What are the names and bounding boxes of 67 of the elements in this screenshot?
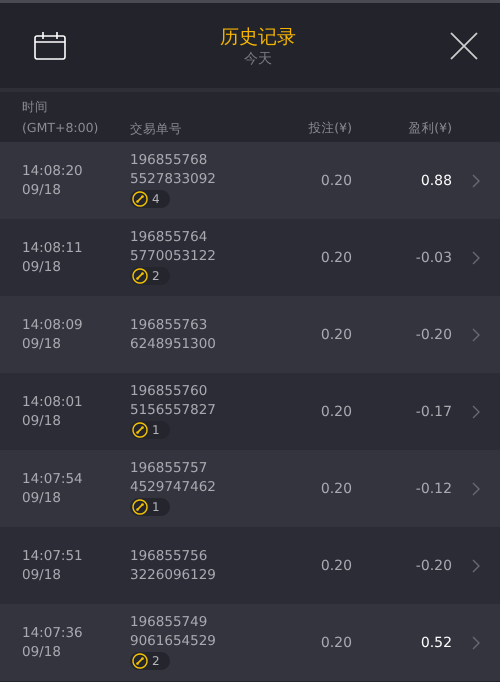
- time-text: 14:07:51: [22, 546, 84, 566]
- chevron-icon[interactable]: [472, 482, 480, 496]
- stake-value: 0.20: [320, 404, 352, 420]
- order-number: 4529747462: [130, 478, 217, 496]
- profit-value: 0.52: [420, 634, 452, 650]
- stake-value: 0.20: [320, 172, 352, 188]
- count-badge: 4: [130, 190, 170, 208]
- order-number: 9061654529: [130, 632, 217, 650]
- chevron-icon[interactable]: [472, 328, 480, 342]
- count-badge: 1: [130, 420, 170, 438]
- time-text: 14:08:20: [22, 162, 84, 180]
- stake-value: 0.20: [320, 326, 352, 342]
- date-text: 09/18: [22, 488, 62, 508]
- link-icon: [132, 190, 148, 206]
- column-header: 时间 (GMT+8:00): [22, 98, 100, 137]
- count-badge: 2: [130, 652, 170, 670]
- chevron-icon[interactable]: [472, 636, 480, 650]
- order-number: 196855768: [130, 150, 208, 170]
- count-badge: 1: [130, 498, 170, 516]
- time-text: 14:08:11: [22, 238, 84, 258]
- order-number: 196855749: [130, 612, 208, 632]
- date-text: 09/18: [22, 180, 62, 200]
- profit-value: -0.20: [414, 326, 452, 342]
- count-badge: 2: [130, 266, 170, 284]
- date-text: 09/18: [22, 258, 62, 276]
- profit-value: -0.17: [414, 404, 452, 420]
- profit-value: -0.20: [414, 558, 452, 574]
- date-text: 09/18: [22, 334, 62, 354]
- link-icon: [132, 498, 148, 514]
- column-header: 交易单号: [130, 120, 183, 138]
- header-subtitle: 今天: [244, 50, 272, 68]
- chevron-icon[interactable]: [472, 250, 480, 264]
- close-icon[interactable]: [450, 32, 478, 60]
- link-icon: [132, 268, 148, 284]
- column-header: 投注(¥): [307, 118, 352, 136]
- calendar-icon[interactable]: [34, 32, 66, 60]
- profit-value: 0.88: [420, 172, 452, 188]
- stake-value: 0.20: [320, 634, 352, 650]
- chevron-icon[interactable]: [472, 174, 480, 188]
- time-text: 14:07:54: [22, 470, 84, 488]
- chevron-icon[interactable]: [472, 558, 480, 572]
- link-icon: [132, 422, 148, 438]
- time-text: 14:08:01: [22, 392, 84, 412]
- time-text: 14:08:09: [22, 316, 84, 334]
- time-text: 14:07:36: [22, 624, 84, 642]
- stake-value: 0.20: [320, 480, 352, 496]
- stake-value: 0.20: [320, 250, 352, 266]
- order-number: 196855756: [130, 546, 208, 566]
- column-header: 盈利(¥): [407, 118, 452, 136]
- chevron-icon[interactable]: [472, 404, 480, 418]
- order-number: 3226096129: [130, 566, 217, 584]
- date-text: 09/18: [22, 566, 62, 584]
- order-number: 6248951300: [130, 334, 217, 354]
- date-text: 09/18: [22, 642, 62, 662]
- order-number: 196855760: [130, 382, 208, 400]
- order-number: 196855763: [130, 316, 208, 334]
- order-number: 5156557827: [130, 400, 217, 420]
- profit-value: -0.03: [414, 250, 452, 266]
- order-number: 196855757: [130, 458, 208, 478]
- link-icon: [132, 652, 148, 668]
- order-number: 196855764: [130, 228, 208, 246]
- order-number: 5770053122: [130, 246, 217, 266]
- stake-value: 0.20: [320, 558, 352, 574]
- order-number: 5527833092: [130, 170, 217, 188]
- date-text: 09/18: [22, 412, 62, 430]
- header-title: 历史记录: [220, 24, 296, 50]
- profit-value: -0.12: [414, 480, 452, 496]
